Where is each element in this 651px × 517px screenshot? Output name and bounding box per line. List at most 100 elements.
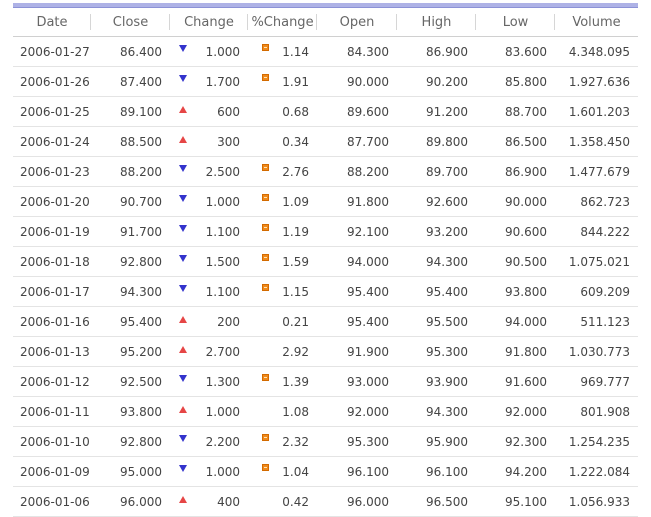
down-arrow-icon bbox=[179, 164, 187, 172]
change-value: 300 bbox=[217, 134, 240, 149]
cell-pct-change: 1.09 bbox=[248, 186, 317, 217]
change-value: 400 bbox=[217, 494, 240, 509]
table-row[interactable]: 2006-01-13 95.200 2.700 2.92 91.900 95.300 91.… bbox=[13, 336, 638, 367]
down-arrow-icon bbox=[179, 254, 187, 262]
cell-close: 95.200 bbox=[91, 336, 170, 367]
cell-close: 89.100 bbox=[91, 96, 170, 127]
up-arrow-icon bbox=[179, 345, 187, 353]
change-value: 1.000 bbox=[205, 404, 240, 419]
alert-marker-icon bbox=[262, 463, 269, 471]
up-arrow-icon bbox=[179, 315, 187, 323]
cell-low: 91.600 bbox=[476, 366, 555, 397]
cell-date: 2006-01-10 bbox=[13, 426, 91, 457]
change-value: 1.300 bbox=[205, 374, 240, 389]
cell-low: 88.700 bbox=[476, 96, 555, 127]
cell-date: 2006-01-06 bbox=[13, 486, 91, 517]
cell-volume: 1.222.084 bbox=[555, 456, 638, 487]
cell-close: 92.500 bbox=[91, 366, 170, 397]
change-value: 2.500 bbox=[205, 164, 240, 179]
cell-volume: 1.477.679 bbox=[555, 156, 638, 187]
cell-change: 600 bbox=[170, 96, 248, 127]
change-value: 600 bbox=[217, 104, 240, 119]
change-value: 1.100 bbox=[205, 284, 240, 299]
cell-open: 91.800 bbox=[317, 186, 397, 217]
table-row[interactable]: 2006-01-09 95.000 1.000 1.04 96.100 96.100 94.… bbox=[13, 456, 638, 487]
table-row[interactable]: 2006-01-06 96.000 400 0.42 96.000 96.500 95.10… bbox=[13, 486, 638, 517]
cell-open: 87.700 bbox=[317, 126, 397, 157]
table-row[interactable]: 2006-01-19 91.700 1.100 1.19 92.100 93.200 90.… bbox=[13, 216, 638, 247]
cell-date: 2006-01-13 bbox=[13, 336, 91, 367]
cell-open: 88.200 bbox=[317, 156, 397, 187]
table-row[interactable]: 2006-01-20 90.700 1.000 1.09 91.800 92.600 90.… bbox=[13, 186, 638, 217]
cell-close: 88.200 bbox=[91, 156, 170, 187]
cell-pct-change: 1.39 bbox=[248, 366, 317, 397]
alert-marker-icon bbox=[262, 223, 269, 231]
column-header-low[interactable]: Low bbox=[476, 8, 555, 37]
cell-close: 95.000 bbox=[91, 456, 170, 487]
cell-pct-change: 2.92 bbox=[248, 336, 317, 367]
pct-change-value: 0.68 bbox=[282, 104, 309, 119]
cell-close: 87.400 bbox=[91, 66, 170, 97]
table-row[interactable]: 2006-01-23 88.200 2.500 2.76 88.200 89.700 86.… bbox=[13, 156, 638, 187]
cell-low: 92.000 bbox=[476, 396, 555, 427]
cell-change: 2.200 bbox=[170, 426, 248, 457]
column-header-date[interactable]: Date bbox=[13, 8, 91, 37]
cell-open: 95.400 bbox=[317, 306, 397, 337]
cell-change: 1.100 bbox=[170, 276, 248, 307]
cell-change: 1.500 bbox=[170, 246, 248, 277]
cell-volume: 801.908 bbox=[555, 396, 638, 427]
change-value: 200 bbox=[217, 314, 240, 329]
cell-date: 2006-01-12 bbox=[13, 366, 91, 397]
table-row[interactable]: 2006-01-18 92.800 1.500 1.59 94.000 94.300 90.… bbox=[13, 246, 638, 277]
table-row[interactable]: 2006-01-25 89.100 600 0.68 89.600 91.200 88.70… bbox=[13, 96, 638, 127]
cell-open: 96.100 bbox=[317, 456, 397, 487]
cell-date: 2006-01-19 bbox=[13, 216, 91, 247]
table-row[interactable]: 2006-01-17 94.300 1.100 1.15 95.400 95.400 93.… bbox=[13, 276, 638, 307]
pct-change-value: 2.92 bbox=[282, 344, 309, 359]
pct-change-value: 1.19 bbox=[282, 224, 309, 239]
cell-volume: 511.123 bbox=[555, 306, 638, 337]
pct-change-value: 0.42 bbox=[282, 494, 309, 509]
cell-change: 1.000 bbox=[170, 186, 248, 217]
cell-date: 2006-01-23 bbox=[13, 156, 91, 187]
cell-close: 92.800 bbox=[91, 246, 170, 277]
table-row[interactable]: 2006-01-10 92.800 2.200 2.32 95.300 95.900 92.… bbox=[13, 426, 638, 457]
cell-change: 1.700 bbox=[170, 66, 248, 97]
cell-high: 96.100 bbox=[397, 456, 476, 487]
cell-volume: 969.777 bbox=[555, 366, 638, 397]
cell-volume: 844.222 bbox=[555, 216, 638, 247]
table-row[interactable]: 2006-01-24 88.500 300 0.34 87.700 89.800 86.50… bbox=[13, 126, 638, 157]
cell-change: 2.700 bbox=[170, 336, 248, 367]
cell-pct-change: 0.21 bbox=[248, 306, 317, 337]
cell-low: 92.300 bbox=[476, 426, 555, 457]
table-header-row: Date Close Change %Change Open High Low … bbox=[13, 8, 638, 37]
table-row[interactable]: 2006-01-26 87.400 1.700 1.91 90.000 90.200 85.… bbox=[13, 66, 638, 97]
column-header-pct-change[interactable]: %Change bbox=[248, 8, 317, 37]
up-arrow-icon bbox=[179, 405, 187, 413]
table-row[interactable]: 2006-01-27 86.400 1.000 1.14 84.300 86.900 83.… bbox=[13, 36, 638, 67]
cell-pct-change: 1.59 bbox=[248, 246, 317, 277]
table-row[interactable]: 2006-01-11 93.800 1.000 1.08 92.000 94.300 92.… bbox=[13, 396, 638, 427]
cell-change: 1.300 bbox=[170, 366, 248, 397]
change-value: 2.700 bbox=[205, 344, 240, 359]
column-header-close[interactable]: Close bbox=[91, 8, 170, 37]
column-header-volume[interactable]: Volume bbox=[555, 8, 638, 37]
cell-volume: 1.075.021 bbox=[555, 246, 638, 277]
pct-change-value: 1.39 bbox=[282, 374, 309, 389]
pct-change-value: 1.15 bbox=[282, 284, 309, 299]
pct-change-value: 0.21 bbox=[282, 314, 309, 329]
down-arrow-icon bbox=[179, 74, 187, 82]
column-header-open[interactable]: Open bbox=[317, 8, 397, 37]
cell-change: 2.500 bbox=[170, 156, 248, 187]
cell-close: 96.000 bbox=[91, 486, 170, 517]
table-row[interactable]: 2006-01-12 92.500 1.300 1.39 93.000 93.900 91.… bbox=[13, 366, 638, 397]
column-header-high[interactable]: High bbox=[397, 8, 476, 37]
cell-volume: 1.927.636 bbox=[555, 66, 638, 97]
price-history-table: Date Close Change %Change Open High Low … bbox=[13, 8, 638, 517]
down-arrow-icon bbox=[179, 464, 187, 472]
cell-change: 400 bbox=[170, 486, 248, 517]
column-header-change[interactable]: Change bbox=[170, 8, 248, 37]
change-value: 1.500 bbox=[205, 254, 240, 269]
table-row[interactable]: 2006-01-16 95.400 200 0.21 95.400 95.500 94.00… bbox=[13, 306, 638, 337]
cell-close: 95.400 bbox=[91, 306, 170, 337]
